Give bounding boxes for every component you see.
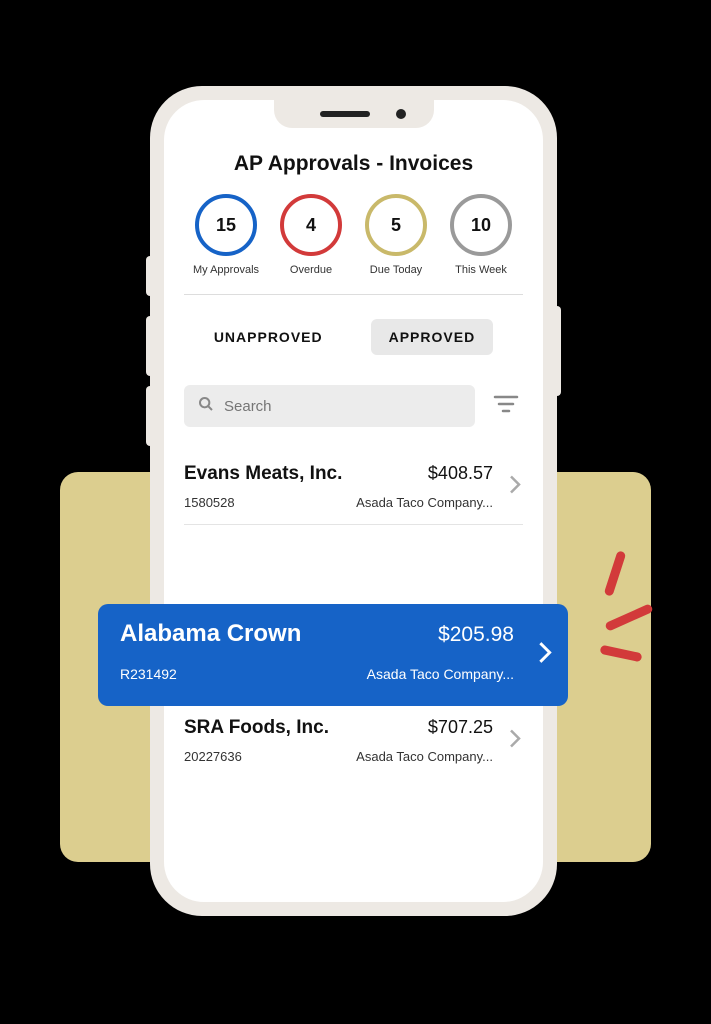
phone-side-button <box>146 256 150 296</box>
invoice-amount: $408.57 <box>428 463 493 484</box>
search-field[interactable] <box>184 385 475 427</box>
stat-count: 15 <box>195 194 257 256</box>
invoice-ref: 20227636 <box>184 749 242 764</box>
chevron-right-icon <box>509 728 521 753</box>
search-input[interactable] <box>224 398 461 415</box>
stat-label: Due Today <box>356 264 436 276</box>
search-row <box>184 385 523 427</box>
camera-icon <box>396 109 406 119</box>
chevron-right-icon <box>538 641 552 670</box>
invoice-ref: 1580528 <box>184 495 235 510</box>
stat-overdue[interactable]: 4 Overdue <box>271 194 351 276</box>
stats-row: 15 My Approvals 4 Overdue 5 Due Today 10… <box>184 194 523 276</box>
chevron-right-icon <box>509 474 521 499</box>
tabs-row: UNAPPROVED APPROVED <box>184 309 523 365</box>
phone-frame: AP Approvals - Invoices 15 My Approvals … <box>150 86 557 916</box>
phone-screen: AP Approvals - Invoices 15 My Approvals … <box>164 100 543 902</box>
tab-unapproved[interactable]: UNAPPROVED <box>196 309 341 365</box>
phone-side-button <box>146 386 150 446</box>
vendor-name: SRA Foods, Inc. <box>184 717 329 739</box>
page-title: AP Approvals - Invoices <box>184 152 523 176</box>
stat-count: 4 <box>280 194 342 256</box>
invoice-item[interactable]: SRA Foods, Inc. $707.25 20227636 Asada T… <box>184 703 523 778</box>
stat-this-week[interactable]: 10 This Week <box>441 194 521 276</box>
phone-notch <box>274 100 434 128</box>
vendor-name: Evans Meats, Inc. <box>184 463 342 485</box>
stat-my-approvals[interactable]: 15 My Approvals <box>186 194 266 276</box>
invoice-company: Asada Taco Company... <box>356 495 493 510</box>
invoice-amount: $205.98 <box>438 623 514 647</box>
vendor-name: Alabama Crown <box>120 620 301 648</box>
stat-due-today[interactable]: 5 Due Today <box>356 194 436 276</box>
stat-label: My Approvals <box>186 264 266 276</box>
stat-label: Overdue <box>271 264 351 276</box>
invoice-item[interactable]: Evans Meats, Inc. $408.57 1580528 Asada … <box>184 449 523 525</box>
invoice-company: Asada Taco Company... <box>356 749 493 764</box>
phone-side-button <box>557 306 561 396</box>
stat-count: 10 <box>450 194 512 256</box>
invoice-company: Asada Taco Company... <box>367 666 514 682</box>
invoice-ref: R231492 <box>120 666 177 682</box>
speaker-icon <box>320 111 370 117</box>
stat-label: This Week <box>441 264 521 276</box>
tab-approved[interactable]: APPROVED <box>371 319 494 355</box>
filter-button[interactable] <box>489 390 523 423</box>
divider <box>184 294 523 295</box>
search-icon <box>198 396 214 416</box>
invoice-amount: $707.25 <box>428 717 493 738</box>
invoice-item-selected[interactable]: Alabama Crown $205.98 R231492 Asada Taco… <box>98 604 568 706</box>
tab-approved-wrapper: APPROVED <box>353 309 512 365</box>
stat-count: 5 <box>365 194 427 256</box>
phone-side-button <box>146 316 150 376</box>
